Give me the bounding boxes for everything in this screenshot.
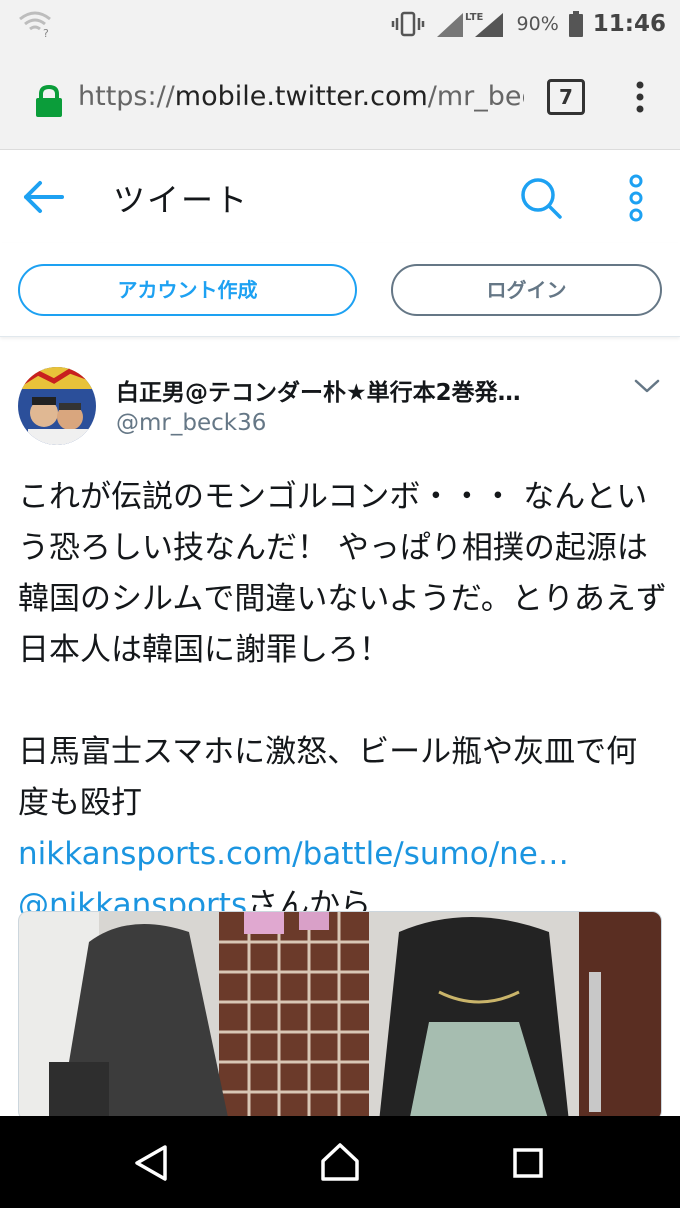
network-type-label: LTE <box>465 12 484 23</box>
status-bar: ? LTE 90% 11:46 <box>0 0 680 48</box>
photo <box>19 912 661 1120</box>
tweet-text: これが伝説のモンゴルコンボ・・・ なんという恐ろしい技なんだ！ やっぱり相撲の起… <box>18 472 668 931</box>
url-field[interactable]: https://mobile.twitter.com/mr_beck36 <box>78 81 524 112</box>
overflow-menu-icon[interactable] <box>626 78 654 118</box>
search-icon[interactable] <box>518 175 564 221</box>
display-name[interactable]: 白正男@テコンダー朴★単行本2巻発… <box>116 373 606 407</box>
back-arrow-icon[interactable] <box>20 175 68 219</box>
article-link[interactable]: nikkansports.com/battle/sumo/ne… <box>18 836 569 872</box>
signal-icon: LTE <box>436 12 503 37</box>
app-header: ツイート <box>0 151 680 243</box>
nav-back-icon[interactable] <box>133 1143 169 1183</box>
battery-icon <box>568 11 583 37</box>
tab-switcher-button[interactable]: 7 <box>547 79 585 115</box>
tweet-media-image[interactable] <box>18 911 662 1121</box>
nav-home-icon[interactable] <box>319 1141 361 1183</box>
clock: 11:46 <box>592 11 666 37</box>
system-navigation-bar <box>0 1116 680 1208</box>
svg-text:?: ? <box>43 27 49 38</box>
tweet-paragraph: 日馬富士スマホに激怒、ビール瓶や灰皿で何度も殴打 nikkansports.co… <box>18 727 668 931</box>
battery-percent: 90% <box>516 13 559 35</box>
url-path: /mr_beck36 <box>427 81 524 112</box>
user-handle[interactable]: @mr_beck36 <box>116 410 266 436</box>
auth-buttons: アカウント作成 ログイン <box>0 243 680 337</box>
nav-recents-icon[interactable] <box>512 1147 544 1179</box>
url-scheme: https:// <box>78 81 175 112</box>
lock-icon <box>36 85 62 117</box>
page-title: ツイート <box>113 181 250 219</box>
browser-toolbar: https://mobile.twitter.com/mr_beck36 7 <box>0 48 680 150</box>
login-button[interactable]: ログイン <box>391 264 662 316</box>
tweet-paragraph: これが伝説のモンゴルコンボ・・・ なんという恐ろしい技なんだ！ やっぱり相撲の起… <box>18 479 667 668</box>
wifi-icon: ? <box>19 11 51 38</box>
vibrate-icon <box>391 11 424 37</box>
avatar-image <box>18 367 96 445</box>
create-account-button[interactable]: アカウント作成 <box>18 264 357 316</box>
avatar[interactable] <box>18 367 96 445</box>
more-options-icon[interactable] <box>622 173 650 223</box>
chevron-down-icon[interactable] <box>632 376 662 396</box>
tweet-headline: 日馬富士スマホに激怒、ビール瓶や灰皿で何度も殴打 <box>18 734 638 821</box>
url-host: mobile.twitter.com <box>174 81 428 112</box>
